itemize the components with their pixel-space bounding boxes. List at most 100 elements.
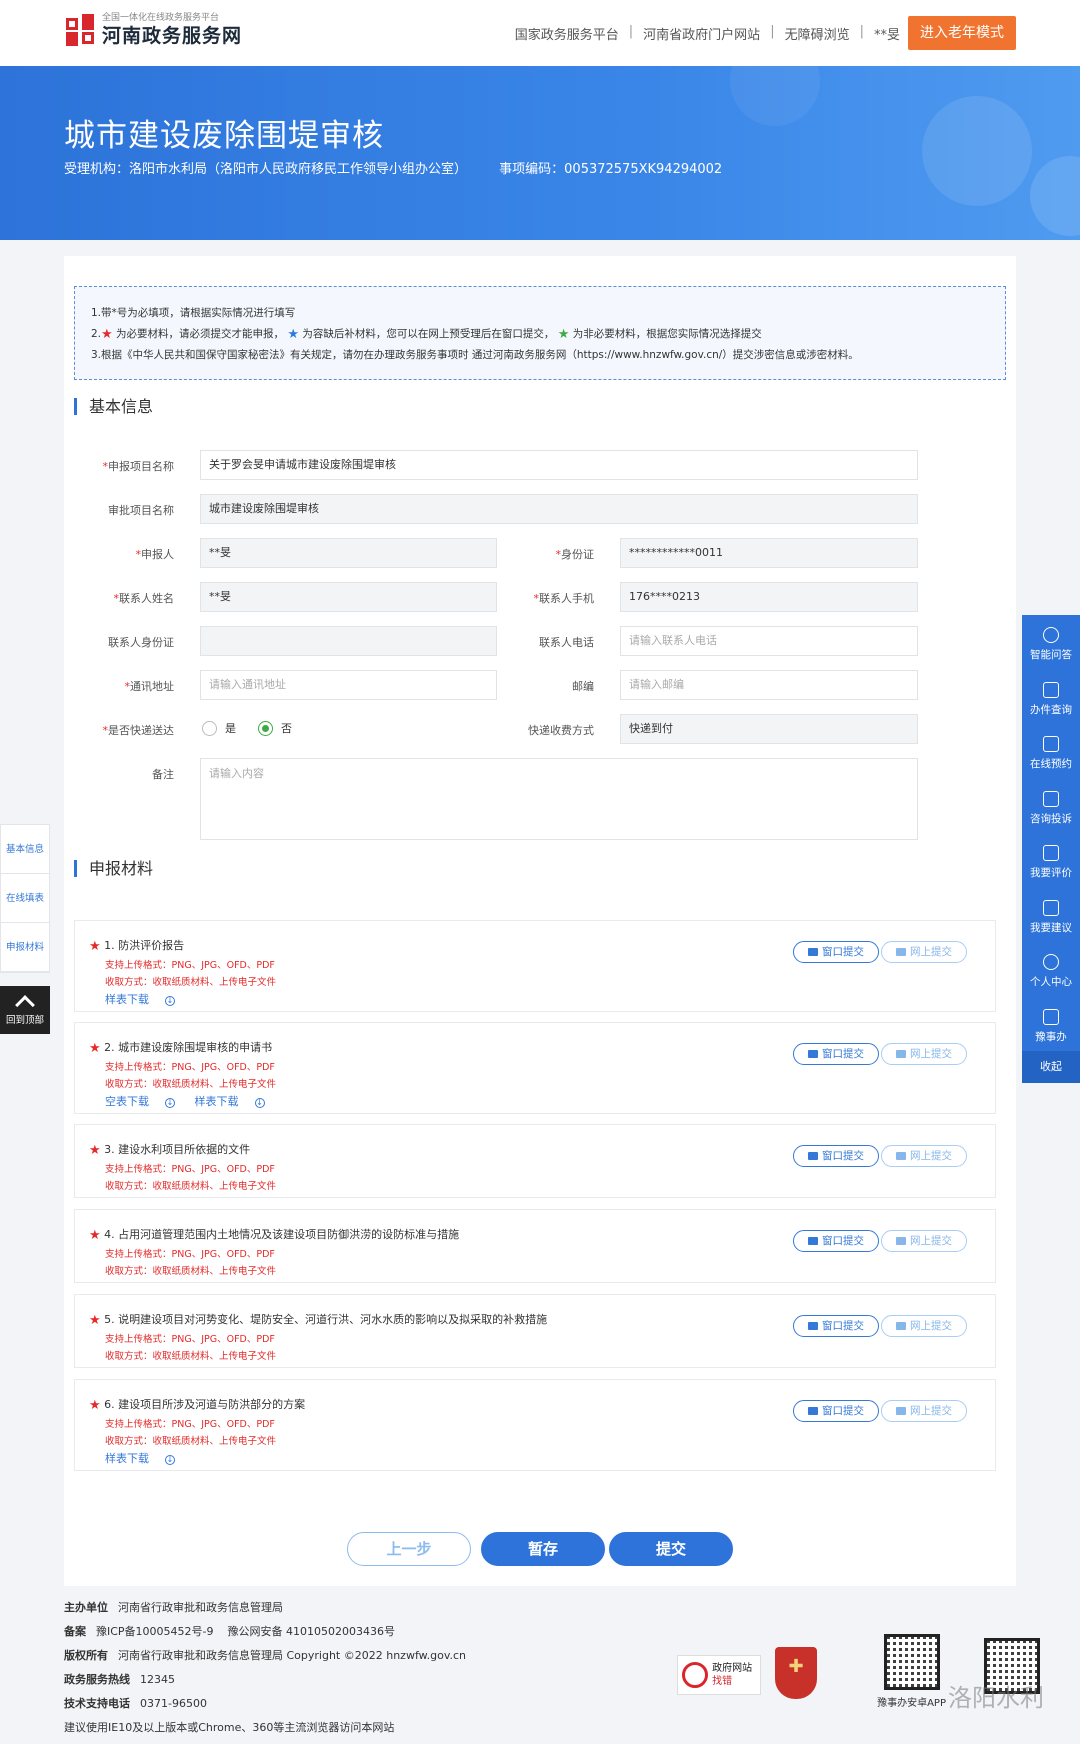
anchor-materials[interactable]: 申报材料	[1, 923, 49, 972]
contact-id-label: 联系人身份证	[108, 636, 174, 649]
online-submit-button[interactable]: 网上提交	[881, 1145, 967, 1167]
fee-select[interactable]: 快递到付	[620, 714, 918, 744]
required-star-icon: ★	[89, 1143, 101, 1158]
online-submit-button[interactable]: 网上提交	[881, 1315, 967, 1337]
user-name[interactable]: **旻	[874, 24, 900, 43]
document-search-icon	[1043, 681, 1059, 698]
material-format: 支持上传格式：PNG、JPG、OFD、PDF	[105, 1334, 275, 1345]
banner: 城市建设废除围堤审核 受理机构：洛阳市水利局（洛阳市人民政府移民工作领导小组办公…	[0, 66, 1080, 240]
material-title: ★ 4. 占用河道管理范围内土地情况及该建设项目防御洪涝的设防标准与措施	[89, 1228, 460, 1243]
material-downloads: 样表下载 ↓	[105, 991, 175, 1007]
back-to-top-button[interactable]: 回到顶部	[0, 986, 50, 1034]
material-downloads: 样表下载 ↓	[105, 1450, 175, 1466]
sample-download-link[interactable]: 样表下载 ↓	[105, 993, 175, 1006]
site-logo[interactable]: 全国一体化在线政务服务平台 河南政务服务网	[64, 12, 242, 48]
required-star-icon: ★	[89, 1041, 101, 1056]
required-star-icon: ★	[89, 1228, 101, 1243]
address-input[interactable]: 请输入通讯地址	[200, 670, 497, 700]
sample-download-link[interactable]: 样表下载 ↓	[105, 1452, 175, 1465]
cloud-icon	[896, 1322, 906, 1330]
material-format: 支持上传格式：PNG、JPG、OFD、PDF	[105, 1164, 275, 1175]
material-item: ★ 1. 防洪评价报告 支持上传格式：PNG、JPG、OFD、PDF 收取方式：…	[74, 920, 996, 1012]
project-name-input[interactable]: 关于罗会旻申请城市建设废除围堤审核	[200, 450, 918, 480]
rnav-yushiban[interactable]: 豫事办	[1022, 997, 1080, 1052]
rnav-evaluate[interactable]: 我要评价	[1022, 833, 1080, 888]
material-title: ★ 3. 建设水利项目所依据的文件	[89, 1143, 251, 1158]
rnav-collapse-button[interactable]: 收起	[1022, 1051, 1080, 1083]
material-receive: 收取方式：收取纸质材料、上传电子文件	[105, 977, 277, 988]
postcode-input[interactable]: 请输入邮编	[620, 670, 918, 700]
cloud-icon	[896, 1237, 906, 1245]
app-qr-caption: 豫事办安卓APP	[877, 1698, 946, 1709]
nav-link-accessibility[interactable]: 无障碍浏览	[785, 24, 850, 43]
download-icon: ↓	[165, 1455, 175, 1465]
material-format: 支持上传格式：PNG、JPG、OFD、PDF	[105, 1249, 275, 1260]
window-icon	[808, 1407, 818, 1415]
page-title: 城市建设废除围堤审核	[64, 118, 384, 154]
item-code: 事项编码：005372575XK94294002	[499, 162, 723, 177]
anchor-online-form[interactable]: 在线填表	[1, 874, 49, 923]
online-submit-button[interactable]: 网上提交	[881, 941, 967, 963]
sample-download-link[interactable]: 样表下载 ↓	[195, 1095, 265, 1108]
rnav-appointment[interactable]: 在线预约	[1022, 724, 1080, 779]
material-format: 支持上传格式：PNG、JPG、OFD、PDF	[105, 960, 275, 971]
footer: 主办单位 河南省行政审批和政务信息管理局 备案 豫ICP备10005452号-9 豫…	[64, 1596, 466, 1740]
blank-download-link[interactable]: 空表下载 ↓	[105, 1095, 175, 1108]
police-record-link[interactable]: 豫公网安备 41010502003436号	[228, 1625, 395, 1638]
footer-support: 技术支持电话 0371-96500	[64, 1697, 207, 1710]
nav-link-province[interactable]: 河南省政府门户网站	[643, 24, 760, 43]
required-star-icon: ★	[89, 1313, 101, 1328]
rnav-case-query[interactable]: 办件查询	[1022, 670, 1080, 725]
submit-button[interactable]: 提交	[609, 1532, 733, 1566]
applicant-label: *申报人	[135, 548, 175, 561]
notice-line-1: 1.带*号为必填项，请根据实际情况进行填写	[91, 307, 296, 319]
notice-line-3: 3.根据《中华人民共和国保守国家秘密法》有关规定，请勿在办理政务服务事项时 通过…	[91, 349, 859, 361]
express-yes-radio[interactable]: 是	[202, 720, 236, 736]
id-input: ************0011	[620, 538, 918, 568]
material-format: 支持上传格式：PNG、JPG、OFD、PDF	[105, 1062, 275, 1073]
window-submit-button[interactable]: 窗口提交	[793, 941, 879, 963]
rnav-complaint[interactable]: 咨询投诉	[1022, 779, 1080, 834]
material-format: 支持上传格式：PNG、JPG、OFD、PDF	[105, 1419, 275, 1430]
window-icon	[808, 948, 818, 956]
online-submit-button[interactable]: 网上提交	[881, 1230, 967, 1252]
notice-line-2: 2.★ 为必要材料，请必须提交才能申报， ★ 为容缺后补材料，您可以在网上预受理…	[91, 327, 762, 342]
logo-title: 河南政务服务网	[102, 25, 243, 47]
express-label: *是否快递送达	[102, 724, 175, 737]
rnav-suggest[interactable]: 我要建议	[1022, 888, 1080, 943]
contact-phone-input[interactable]: 176****0213	[620, 582, 918, 612]
window-submit-button[interactable]: 窗口提交	[793, 1315, 879, 1337]
window-submit-button[interactable]: 窗口提交	[793, 1145, 879, 1167]
window-submit-button[interactable]: 窗口提交	[793, 1230, 879, 1252]
required-star-icon: ★	[89, 939, 101, 954]
icp-link[interactable]: 豫ICP备10005452号-9	[96, 1625, 214, 1638]
party-gov-shield-icon[interactable]: ✚	[775, 1647, 818, 1699]
material-receive: 收取方式：收取纸质材料、上传电子文件	[105, 1181, 277, 1192]
online-submit-button[interactable]: 网上提交	[881, 1043, 967, 1065]
prev-step-button[interactable]: 上一步	[347, 1532, 471, 1566]
anchor-basic-info[interactable]: 基本信息	[1, 825, 49, 874]
rnav-personal[interactable]: 个人中心	[1022, 942, 1080, 997]
express-no-radio[interactable]: 否	[258, 720, 292, 736]
contact-tel-input[interactable]: 请输入联系人电话	[620, 626, 918, 656]
nav-link-national[interactable]: 国家政务服务平台	[515, 24, 619, 43]
notice-box: 1.带*号为必填项，请根据实际情况进行填写 2.★ 为必要材料，请必须提交才能申…	[74, 286, 1006, 380]
material-title: ★ 1. 防洪评价报告	[89, 939, 185, 954]
footer-copyright: 版权所有 河南省行政审批和政务信息管理局 Copyright ©2022 hnzw…	[64, 1649, 466, 1662]
window-submit-button[interactable]: 窗口提交	[793, 1043, 879, 1065]
window-submit-button[interactable]: 窗口提交	[793, 1400, 879, 1422]
download-icon: ↓	[254, 1098, 265, 1108]
online-submit-button[interactable]: 网上提交	[881, 1400, 967, 1422]
rnav-smart-qa[interactable]: 智能问答	[1022, 615, 1080, 670]
footer-hotline: 政务服务热线 12345	[64, 1673, 175, 1686]
contact-id-input[interactable]	[200, 626, 497, 656]
gov-site-error-badge[interactable]: 政府网站 找错	[677, 1655, 762, 1695]
remark-textarea[interactable]: 请输入内容	[200, 758, 918, 840]
elder-mode-button[interactable]: 进入老年模式	[908, 16, 1016, 50]
material-item: ★ 3. 建设水利项目所依据的文件 支持上传格式：PNG、JPG、OFD、PDF…	[74, 1124, 996, 1198]
contact-name-input[interactable]: **旻	[200, 582, 497, 612]
mail-icon	[1043, 899, 1059, 916]
id-label: *身份证	[555, 548, 595, 561]
save-draft-button[interactable]: 暂存	[481, 1532, 605, 1566]
window-icon	[808, 1050, 818, 1058]
